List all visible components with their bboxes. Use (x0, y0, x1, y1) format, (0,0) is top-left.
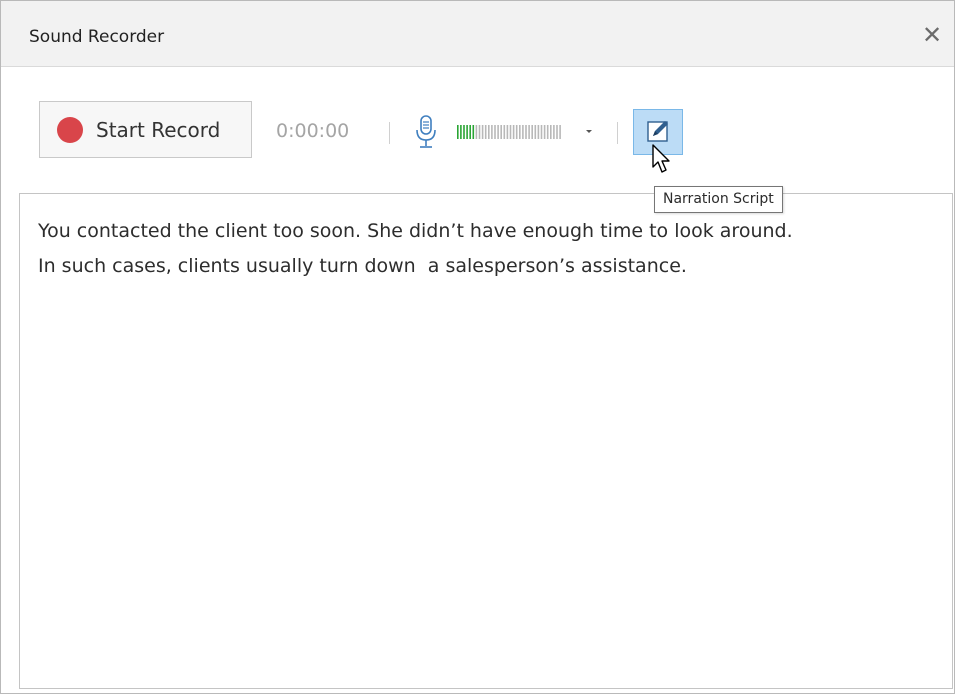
level-meter-tick (466, 125, 468, 139)
level-meter-tick (488, 125, 490, 139)
level-meter-tick (475, 125, 478, 139)
level-meter-tick (497, 125, 499, 139)
level-meter-tick (463, 125, 465, 139)
input-level-meter (457, 124, 563, 140)
level-meter-tick (481, 125, 484, 139)
start-record-button[interactable]: Start Record (39, 101, 252, 158)
microphone-icon (415, 115, 437, 149)
level-meter-tick (550, 125, 552, 139)
toolbar-divider (617, 122, 618, 144)
level-meter-tick (484, 125, 487, 139)
level-meter-tick (553, 125, 555, 139)
level-meter-tick (509, 125, 512, 139)
level-meter-tick (537, 125, 540, 139)
level-meter-tick (534, 125, 537, 139)
level-meter-tick (472, 125, 475, 139)
script-line: You contacted the client too soon. She d… (38, 220, 793, 242)
sound-recorder-window: Sound Recorder ✕ Start Record 0:00:00 Na… (0, 0, 955, 694)
microphone-dropdown-button[interactable] (577, 119, 601, 143)
level-meter-tick (460, 125, 462, 139)
level-meter-tick (556, 125, 558, 139)
window-title: Sound Recorder (29, 27, 165, 47)
level-meter-tick (512, 125, 515, 139)
level-meter-tick (457, 125, 459, 139)
script-line: In such cases, clients usually turn down… (38, 255, 687, 277)
level-meter-tick (540, 125, 543, 139)
level-meter-tick (543, 125, 546, 139)
level-meter-tick (491, 125, 493, 139)
mouse-pointer-icon (651, 143, 677, 179)
caret-down-icon (586, 130, 592, 133)
level-meter-tick (559, 125, 561, 139)
toolbar-divider (389, 122, 390, 144)
level-meter-tick (478, 125, 481, 139)
level-meter-tick (494, 125, 496, 139)
level-meter-tick (503, 125, 506, 139)
start-record-label: Start Record (96, 118, 221, 142)
recorder-toolbar: Start Record 0:00:00 (1, 67, 954, 193)
level-meter-tick (531, 125, 533, 139)
narration-script-tooltip: Narration Script (654, 186, 783, 213)
record-dot-icon (57, 117, 83, 143)
level-meter-tick (519, 125, 521, 139)
level-meter-tick (546, 125, 549, 139)
title-bar: Sound Recorder ✕ (1, 1, 954, 67)
level-meter-tick (506, 125, 509, 139)
level-meter-tick (522, 125, 524, 139)
level-meter-tick (515, 125, 518, 139)
narration-script-textarea[interactable]: You contacted the client too soon. She d… (19, 193, 953, 689)
level-meter-tick (528, 125, 530, 139)
level-meter-tick (500, 125, 502, 139)
recording-timer: 0:00:00 (276, 120, 350, 142)
level-meter-tick (469, 125, 471, 139)
level-meter-tick (525, 125, 527, 139)
close-button[interactable]: ✕ (918, 21, 946, 49)
